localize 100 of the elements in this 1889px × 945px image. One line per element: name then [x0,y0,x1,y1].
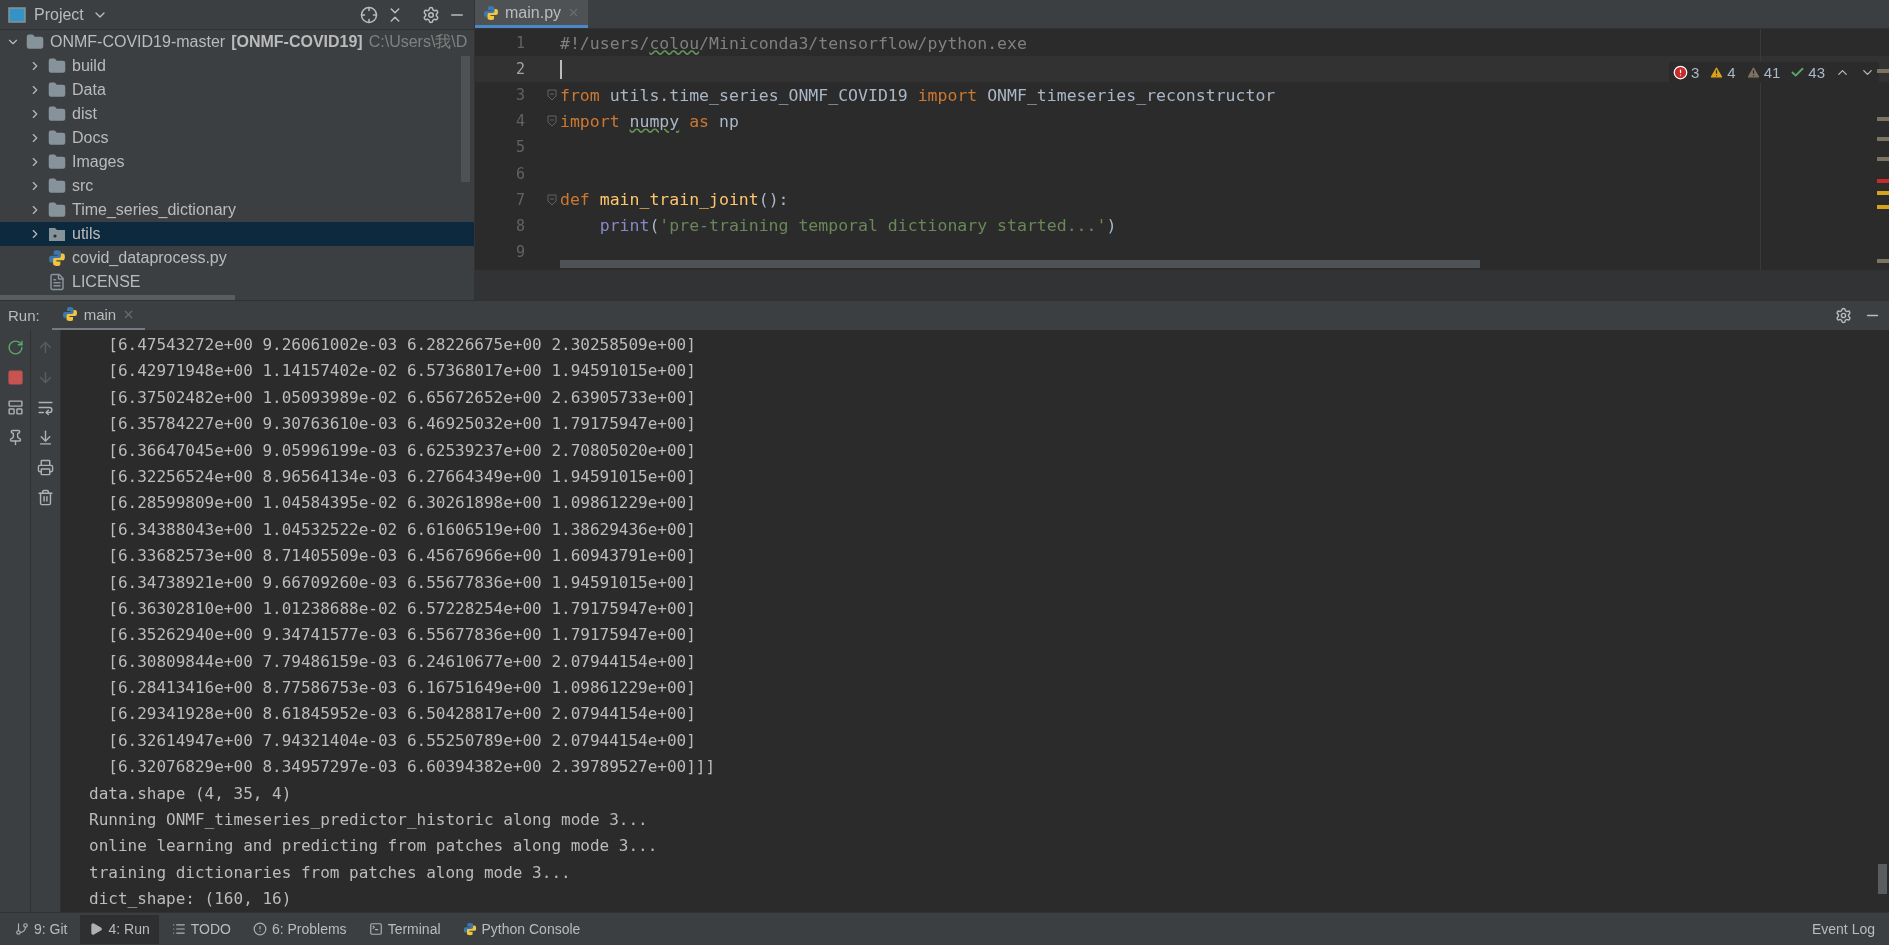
output-line: [6.35784227e+00 9.30763610e-03 6.46925032e+00 1.79175947e+00] [107,413,696,436]
tool-window-tab[interactable]: 9: Git [6,914,77,944]
stop-icon [6,368,24,386]
package-folder-icon [48,225,66,243]
tool-window-tab[interactable]: 4: Run [80,914,159,944]
path-text: C:\Users\我\D [368,31,468,52]
tree-item[interactable]: src [0,174,474,198]
play-icon [89,922,104,936]
tool-window-tab[interactable]: Python Console [453,914,590,944]
tree-item[interactable]: ONMF-COVID19-master [ONMF-COVID19] C:\Users\我\D [0,30,474,54]
python-icon [61,306,78,322]
folder-icon [48,81,66,99]
warning-icon [1709,65,1725,80]
tool-window-tab[interactable]: TODO [162,914,240,944]
tree-item[interactable]: Images [0,150,474,174]
problem-count[interactable]: 3 [1672,64,1700,81]
python-icon [462,922,477,936]
line-number: 3 [514,86,525,105]
python-file-icon [483,4,499,21]
folder-icon [48,153,66,171]
line-number: 7 [514,190,525,209]
output-line: [6.37502482e+00 1.05093989e-02 6.65672652e+00 2.63905733e+00] [107,386,696,409]
line-number: 8 [514,216,525,235]
list-icon [171,922,186,936]
line-number: 6 [514,164,525,183]
folder-icon [48,57,66,75]
error-icon [1672,65,1688,80]
output-line: [6.28599809e+00 1.04584395e-02 6.30261898e+00 1.09861229e+00] [107,492,696,515]
trash-icon [37,488,54,506]
text-file-icon [48,273,66,291]
code-line: from utils.time_series_ONMF_COVID19 import ONMF_timeseries_reconstructor [560,85,1276,105]
output-line: [6.35262940e+00 9.34741577e-03 6.55677836e+00 1.79175947e+00] [107,624,696,647]
tree-item-label: ONMF-COVID19-master [50,33,226,51]
panel-icon [8,6,26,23]
folder-icon [48,177,66,195]
folder-icon [48,105,66,123]
output-line: [6.28413416e+00 8.77586753e-03 6.16751649e+00 1.09861229e+00] [107,677,696,700]
tree-item[interactable]: utils [0,222,474,246]
output-line: [6.34738921e+00 9.66709260e-03 6.55677836e+00 1.94591015e+00] [107,571,696,594]
code-line: #!/users/colou/Miniconda3/tensorflow/python.exe [560,33,1027,53]
tree-item[interactable]: dist [0,102,474,126]
folder-icon [48,201,66,219]
tree-item[interactable]: build [0,54,474,78]
line-number: 4 [514,112,525,131]
tree-item[interactable]: Data [0,78,474,102]
tree-item[interactable]: LICENSE [0,270,474,294]
layout-icon [6,398,24,416]
line-number: 2 [514,60,525,79]
output-line: [6.29341928e+00 8.61845952e-03 6.50428817e+00 2.07944154e+00] [107,703,696,726]
scrollbar[interactable] [1878,864,1887,894]
code-line: import numpy as np [560,111,739,131]
output-line: training dictionaries from patches along mode 3... [89,861,571,884]
tool-window-tab[interactable]: Terminal [359,914,450,944]
code-line: def main_train_joint(): [560,190,789,210]
folder-icon [26,33,44,51]
event-log-link[interactable]: Event Log [1811,921,1875,937]
rerun-icon [6,338,24,356]
scrollbar[interactable] [0,295,235,300]
tree-item[interactable]: Time_series_dictionary [0,198,474,222]
terminal-icon [368,922,383,936]
scrollbar[interactable] [560,260,1480,268]
output-line: [6.42971948e+00 1.14157402e-02 6.57368017e+00 1.94591015e+00] [107,360,696,383]
line-number: 5 [514,138,525,157]
problem-count[interactable]: 43 [1790,64,1825,81]
settings-icon[interactable] [1835,307,1852,324]
output-line: dict_shape: (160, 16) [89,888,292,911]
tree-item[interactable]: Docs [0,126,474,150]
problem-count[interactable]: 41 [1745,64,1781,81]
tool-window-tab[interactable]: 6: Problems [243,914,356,944]
text-caret [560,59,562,79]
output-line: [6.32076829e+00 8.34957297e-03 6.60394382e+00 2.39789527e+00]]] [107,756,716,779]
output-line: [6.30809844e+00 7.79486159e-03 6.24610677e+00 2.07944154e+00] [107,650,696,673]
scroll-end-icon [37,428,54,446]
output-line: [6.33682573e+00 8.71405509e-03 6.45676966e+00 1.60943791e+00] [107,545,696,568]
locate-icon[interactable] [360,5,378,24]
output-line: [6.36302810e+00 1.01238688e-02 6.57228254e+00 1.79175947e+00] [107,597,696,620]
check-icon [1790,65,1806,80]
output-line: data.shape (4, 35, 4) [89,782,292,805]
output-line: [6.32614947e+00 7.94321404e-03 6.55250789e+00 2.07944154e+00] [107,729,696,752]
output-line: [6.36647045e+00 9.05996199e-03 6.62539237e+00 2.70805020e+00] [107,439,696,462]
python-file-icon [48,249,66,267]
problems-icon [252,922,267,936]
output-line: online learning and predicting from patches along mode 3... [89,835,658,858]
line-number: 1 [514,34,525,53]
code-line: print('pre-training temporal dictionary started...') [598,216,1117,236]
run-label: Run: [8,307,40,324]
folder-icon [48,129,66,147]
panel-title: Project [34,5,84,24]
output-line: [6.34388043e+00 1.04532522e-02 6.61606519e+00 1.38629436e+00] [107,518,696,541]
output-line: [6.32256524e+00 8.96564134e-03 6.27664349e+00 1.94591015e+00] [107,465,696,488]
editor-tab[interactable]: main.py [475,0,589,28]
warning-icon [1745,65,1761,80]
output-line: Running ONMF_timeseries_predictor_historic along mode 3... [89,809,648,832]
branch-icon [15,922,29,936]
line-number: 9 [514,242,525,261]
tree-item[interactable]: covid_dataprocess.py [0,246,474,270]
problem-count[interactable]: 4 [1709,64,1736,81]
output-line: [6.47543272e+00 9.26061002e-03 6.28226675e+00 2.30258509e+00] [107,334,696,356]
module-name: [ONMF-COVID19] [231,33,363,51]
settings-icon[interactable] [422,5,440,24]
